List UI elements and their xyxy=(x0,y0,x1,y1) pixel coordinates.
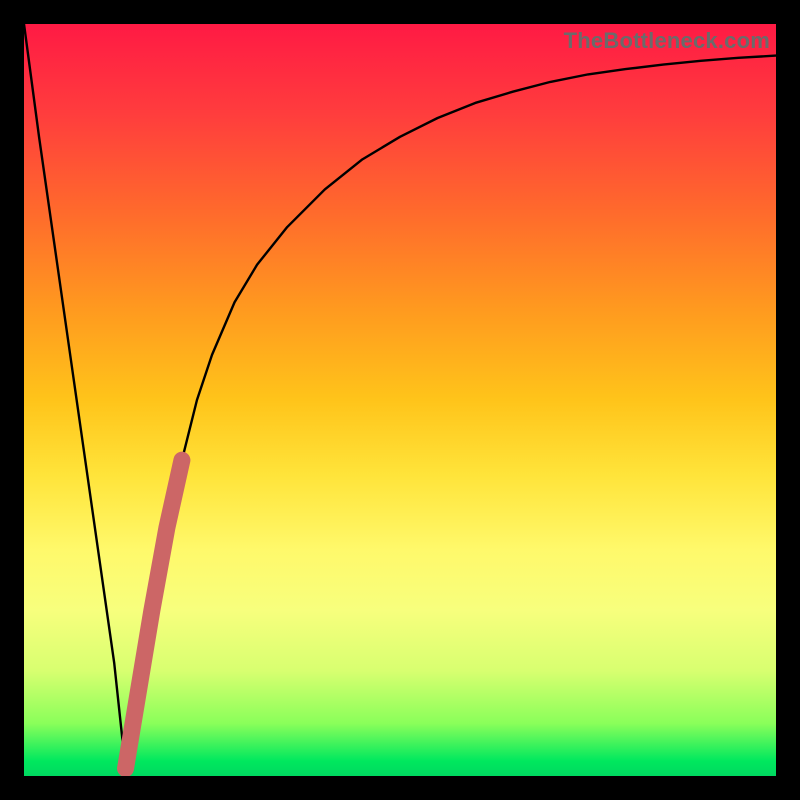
curve-layer xyxy=(24,24,776,776)
highlight-segment xyxy=(126,460,182,768)
chart-frame: TheBottleneck.com xyxy=(0,0,800,800)
plot-area: TheBottleneck.com xyxy=(24,24,776,776)
